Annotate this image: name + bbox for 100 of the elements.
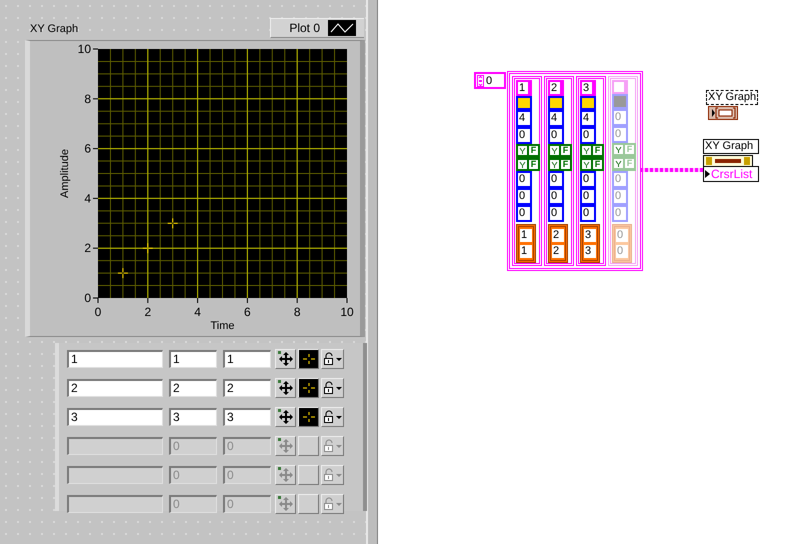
axis-tick-label: 0: [84, 291, 91, 305]
move-icon: [278, 438, 294, 454]
cursor-x-field[interactable]: 2: [169, 378, 217, 396]
boolean-value: F: [625, 145, 634, 154]
axis-tick-label: 4: [194, 305, 201, 319]
input-arrow-icon: [705, 170, 710, 178]
cursor-name-field[interactable]: 3: [67, 408, 163, 426]
numeric-constant: 4: [516, 110, 532, 128]
lock-icon: [322, 496, 342, 510]
switch-icon: [550, 146, 559, 156]
lock-menu-button[interactable]: [321, 378, 344, 398]
numeric-constant: 0: [612, 188, 628, 206]
numeric-constant: 0: [516, 188, 532, 205]
switch-icon: [582, 146, 591, 156]
switch-icon: [614, 145, 623, 154]
numeric-constant: 1: [520, 245, 532, 258]
index-constant[interactable]: 0: [474, 72, 506, 89]
property-node[interactable]: XY Graph CrsrList: [703, 139, 759, 182]
index-value: 0: [486, 74, 492, 86]
move-cursor-button[interactable]: [275, 406, 296, 426]
move-cursor-button[interactable]: [275, 348, 296, 368]
numeric-constant: 0: [516, 205, 532, 222]
cursor-x-field[interactable]: 1: [169, 350, 217, 368]
axis-tick: [197, 298, 198, 304]
cursor-y-field[interactable]: 1: [223, 350, 271, 368]
cursor-style-button[interactable]: [298, 348, 319, 368]
cursor-name-field[interactable]: 1: [67, 350, 163, 368]
lock-menu-button[interactable]: [321, 348, 344, 368]
error-cluster-icon: [703, 155, 753, 166]
lock-icon: [322, 438, 342, 452]
string-constant: 2: [548, 80, 564, 96]
cursor-style-button[interactable]: [298, 406, 319, 426]
terminal-label: XY Graph: [706, 90, 758, 105]
cursor-style-button[interactable]: [298, 378, 319, 398]
string-constant: 1: [516, 80, 532, 96]
axis-tick-label: 6: [84, 142, 91, 156]
axis-tick: [92, 98, 98, 100]
graph-label: XY Graph: [30, 23, 78, 35]
switch-icon: [518, 160, 527, 169]
axis-tick-label: 0: [94, 305, 102, 319]
cursor-style-icon: [302, 410, 316, 422]
move-icon: [278, 350, 294, 366]
numeric-constant: 3: [584, 229, 596, 242]
string-constant: 3: [580, 80, 596, 96]
numeric-constant: 0: [612, 205, 628, 222]
axis-label: Amplitude: [59, 149, 71, 198]
axis-tick-label: 2: [84, 241, 91, 256]
numeric-constant: 2: [552, 229, 564, 242]
numeric-constant: 0: [580, 205, 596, 222]
numeric-constant: 2: [552, 245, 564, 258]
cursor-y-field[interactable]: 3: [223, 408, 271, 426]
numeric-constant: 4: [548, 110, 564, 128]
axis-tick: [246, 298, 248, 304]
axis-tick-label: 10: [340, 305, 354, 319]
axis-tick-label: 2: [144, 305, 152, 319]
plot-name: Plot 0: [289, 21, 320, 35]
numeric-constant: 0: [580, 188, 596, 205]
numeric-constant: 0: [548, 188, 564, 205]
cursor-x-field[interactable]: 3: [169, 408, 217, 426]
move-icon: [278, 380, 294, 396]
boolean-value: F: [561, 160, 570, 169]
move-cursor-button[interactable]: [275, 378, 296, 398]
axis-tick: [92, 148, 98, 150]
axis-tick: [92, 198, 98, 199]
numeric-constant: 0: [580, 171, 596, 188]
numeric-constant: 0: [616, 245, 628, 258]
splitter-bar[interactable]: [366, 0, 378, 544]
numeric-constant: 4: [580, 110, 596, 128]
numeric-constant: 0: [548, 205, 564, 222]
cursor-marker: [167, 218, 178, 229]
boolean-value: F: [593, 146, 602, 156]
wire: [640, 168, 704, 172]
numeric-constant: 0: [612, 171, 628, 188]
numeric-constant: 0: [548, 127, 564, 144]
lock-icon: [322, 352, 342, 366]
axis-tick: [346, 298, 348, 304]
lock-menu-button[interactable]: [321, 406, 344, 426]
cursor-style-icon: [302, 382, 316, 394]
axis-tick-label: 6: [244, 305, 251, 319]
numeric-constant: 0: [516, 127, 532, 144]
lock-icon: [322, 380, 342, 394]
node-label: XY Graph: [703, 139, 759, 154]
axis-tick: [92, 48, 98, 50]
numeric-constant: 0: [612, 108, 628, 126]
cursor-marker: [117, 268, 128, 279]
boolean-value: F: [593, 160, 602, 169]
axis-tick-label: 10: [78, 42, 91, 56]
property-name: CrsrList: [711, 167, 752, 181]
boolean-value: F: [561, 146, 570, 156]
string-constant: [612, 80, 628, 94]
cursor-name-field[interactable]: 2: [67, 378, 163, 396]
boolean-value: F: [529, 160, 538, 169]
switch-icon: [550, 160, 559, 169]
axis-tick-label: 4: [84, 191, 91, 206]
axis-tick: [296, 298, 298, 304]
cursor-y-field[interactable]: 2: [223, 378, 271, 396]
cursor-marker: [142, 242, 154, 254]
cursor-style-icon: [302, 352, 316, 364]
numeric-constant: 0: [580, 127, 596, 144]
axis-tick-label: 8: [294, 305, 301, 319]
